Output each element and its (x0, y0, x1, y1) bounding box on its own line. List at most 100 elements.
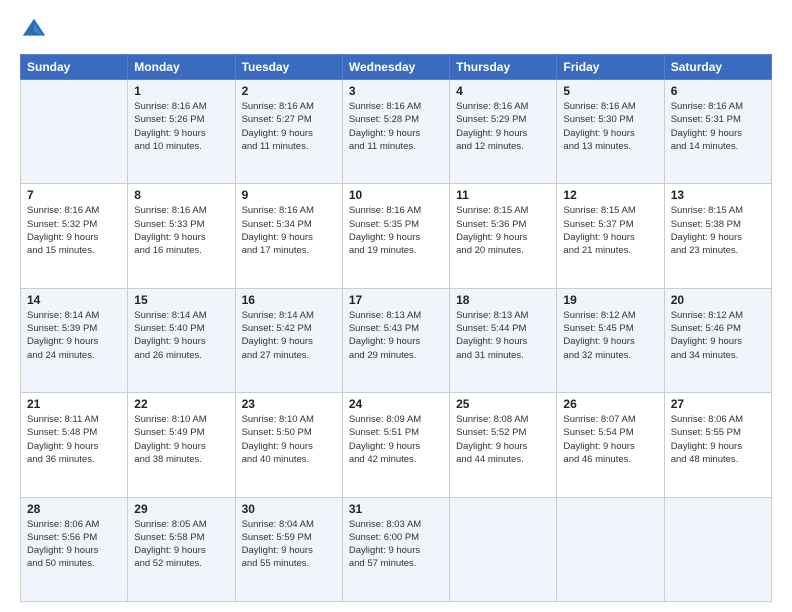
calendar-cell: 13 Sunrise: 8:15 AMSunset: 5:38 PMDayligh… (664, 184, 771, 288)
week-row-4: 28 Sunrise: 8:06 AMSunset: 5:56 PMDayligh… (21, 497, 772, 601)
calendar-cell: 10 Sunrise: 8:16 AMSunset: 5:35 PMDayligh… (342, 184, 449, 288)
day-number: 21 (27, 397, 121, 411)
weekday-header-saturday: Saturday (664, 55, 771, 80)
calendar-cell: 25 Sunrise: 8:08 AMSunset: 5:52 PMDayligh… (450, 393, 557, 497)
cell-info: Sunrise: 8:16 AMSunset: 5:35 PMDaylight:… (349, 204, 443, 257)
cell-info: Sunrise: 8:16 AMSunset: 5:31 PMDaylight:… (671, 100, 765, 153)
day-number: 16 (242, 293, 336, 307)
calendar-cell: 7 Sunrise: 8:16 AMSunset: 5:32 PMDaylight… (21, 184, 128, 288)
cell-info: Sunrise: 8:16 AMSunset: 5:34 PMDaylight:… (242, 204, 336, 257)
day-number: 12 (563, 188, 657, 202)
day-number: 24 (349, 397, 443, 411)
cell-info: Sunrise: 8:04 AMSunset: 5:59 PMDaylight:… (242, 518, 336, 571)
day-number: 22 (134, 397, 228, 411)
calendar-cell (664, 497, 771, 601)
calendar-cell: 12 Sunrise: 8:15 AMSunset: 5:37 PMDayligh… (557, 184, 664, 288)
calendar-cell: 17 Sunrise: 8:13 AMSunset: 5:43 PMDayligh… (342, 288, 449, 392)
week-row-1: 7 Sunrise: 8:16 AMSunset: 5:32 PMDaylight… (21, 184, 772, 288)
cell-info: Sunrise: 8:14 AMSunset: 5:39 PMDaylight:… (27, 309, 121, 362)
calendar-cell: 28 Sunrise: 8:06 AMSunset: 5:56 PMDayligh… (21, 497, 128, 601)
page: SundayMondayTuesdayWednesdayThursdayFrid… (0, 0, 792, 612)
day-number: 2 (242, 84, 336, 98)
weekday-header-monday: Monday (128, 55, 235, 80)
cell-info: Sunrise: 8:15 AMSunset: 5:36 PMDaylight:… (456, 204, 550, 257)
day-number: 11 (456, 188, 550, 202)
cell-info: Sunrise: 8:10 AMSunset: 5:50 PMDaylight:… (242, 413, 336, 466)
calendar-cell: 21Sunrise: 8:11 AMSunset: 5:48 PMDayligh… (21, 393, 128, 497)
cell-info: Sunrise: 8:06 AMSunset: 5:56 PMDaylight:… (27, 518, 121, 571)
day-number: 30 (242, 502, 336, 516)
day-number: 29 (134, 502, 228, 516)
cell-info: Sunrise: 8:16 AMSunset: 5:27 PMDaylight:… (242, 100, 336, 153)
day-number: 10 (349, 188, 443, 202)
weekday-row: SundayMondayTuesdayWednesdayThursdayFrid… (21, 55, 772, 80)
week-row-0: 1 Sunrise: 8:16 AMSunset: 5:26 PMDaylight… (21, 80, 772, 184)
calendar-cell: 11 Sunrise: 8:15 AMSunset: 5:36 PMDayligh… (450, 184, 557, 288)
calendar-cell: 1 Sunrise: 8:16 AMSunset: 5:26 PMDaylight… (128, 80, 235, 184)
cell-info: Sunrise: 8:12 AMSunset: 5:45 PMDaylight:… (563, 309, 657, 362)
weekday-header-tuesday: Tuesday (235, 55, 342, 80)
day-number: 6 (671, 84, 765, 98)
header (20, 16, 772, 44)
calendar-cell: 30 Sunrise: 8:04 AMSunset: 5:59 PMDayligh… (235, 497, 342, 601)
calendar-cell: 22 Sunrise: 8:10 AMSunset: 5:49 PMDayligh… (128, 393, 235, 497)
day-number: 17 (349, 293, 443, 307)
day-number: 4 (456, 84, 550, 98)
cell-info: Sunrise: 8:08 AMSunset: 5:52 PMDaylight:… (456, 413, 550, 466)
calendar-cell: 9 Sunrise: 8:16 AMSunset: 5:34 PMDaylight… (235, 184, 342, 288)
day-number: 26 (563, 397, 657, 411)
day-number: 1 (134, 84, 228, 98)
calendar-cell: 4 Sunrise: 8:16 AMSunset: 5:29 PMDaylight… (450, 80, 557, 184)
calendar-cell (557, 497, 664, 601)
calendar-cell: 6 Sunrise: 8:16 AMSunset: 5:31 PMDaylight… (664, 80, 771, 184)
cell-info: Sunrise: 8:15 AMSunset: 5:38 PMDaylight:… (671, 204, 765, 257)
cell-info: Sunrise: 8:16 AMSunset: 5:30 PMDaylight:… (563, 100, 657, 153)
cell-info: Sunrise: 8:13 AMSunset: 5:43 PMDaylight:… (349, 309, 443, 362)
weekday-header-friday: Friday (557, 55, 664, 80)
cell-info: Sunrise: 8:03 AMSunset: 6:00 PMDaylight:… (349, 518, 443, 571)
day-number: 5 (563, 84, 657, 98)
cell-info: Sunrise: 8:15 AMSunset: 5:37 PMDaylight:… (563, 204, 657, 257)
day-number: 28 (27, 502, 121, 516)
day-number: 20 (671, 293, 765, 307)
calendar-cell: 2 Sunrise: 8:16 AMSunset: 5:27 PMDaylight… (235, 80, 342, 184)
cell-info: Sunrise: 8:16 AMSunset: 5:26 PMDaylight:… (134, 100, 228, 153)
cell-info: Sunrise: 8:10 AMSunset: 5:49 PMDaylight:… (134, 413, 228, 466)
calendar-body: 1 Sunrise: 8:16 AMSunset: 5:26 PMDaylight… (21, 80, 772, 602)
calendar-cell: 31Sunrise: 8:03 AMSunset: 6:00 PMDayligh… (342, 497, 449, 601)
cell-info: Sunrise: 8:06 AMSunset: 5:55 PMDaylight:… (671, 413, 765, 466)
day-number: 27 (671, 397, 765, 411)
day-number: 19 (563, 293, 657, 307)
cell-info: Sunrise: 8:13 AMSunset: 5:44 PMDaylight:… (456, 309, 550, 362)
cell-info: Sunrise: 8:16 AMSunset: 5:33 PMDaylight:… (134, 204, 228, 257)
calendar-cell: 8Sunrise: 8:16 AMSunset: 5:33 PMDaylight… (128, 184, 235, 288)
cell-info: Sunrise: 8:07 AMSunset: 5:54 PMDaylight:… (563, 413, 657, 466)
week-row-2: 14 Sunrise: 8:14 AMSunset: 5:39 PMDayligh… (21, 288, 772, 392)
logo (20, 16, 52, 44)
weekday-header-sunday: Sunday (21, 55, 128, 80)
cell-info: Sunrise: 8:16 AMSunset: 5:29 PMDaylight:… (456, 100, 550, 153)
weekday-header-thursday: Thursday (450, 55, 557, 80)
calendar-cell (450, 497, 557, 601)
day-number: 14 (27, 293, 121, 307)
cell-info: Sunrise: 8:05 AMSunset: 5:58 PMDaylight:… (134, 518, 228, 571)
day-number: 25 (456, 397, 550, 411)
day-number: 7 (27, 188, 121, 202)
cell-info: Sunrise: 8:12 AMSunset: 5:46 PMDaylight:… (671, 309, 765, 362)
week-row-3: 21Sunrise: 8:11 AMSunset: 5:48 PMDayligh… (21, 393, 772, 497)
calendar-cell: 24 Sunrise: 8:09 AMSunset: 5:51 PMDayligh… (342, 393, 449, 497)
cell-info: Sunrise: 8:14 AMSunset: 5:40 PMDaylight:… (134, 309, 228, 362)
cell-info: Sunrise: 8:09 AMSunset: 5:51 PMDaylight:… (349, 413, 443, 466)
day-number: 18 (456, 293, 550, 307)
calendar-cell: 18 Sunrise: 8:13 AMSunset: 5:44 PMDayligh… (450, 288, 557, 392)
day-number: 13 (671, 188, 765, 202)
day-number: 9 (242, 188, 336, 202)
calendar-cell: 26 Sunrise: 8:07 AMSunset: 5:54 PMDayligh… (557, 393, 664, 497)
logo-icon (20, 16, 48, 44)
cell-info: Sunrise: 8:16 AMSunset: 5:28 PMDaylight:… (349, 100, 443, 153)
cell-info: Sunrise: 8:16 AMSunset: 5:32 PMDaylight:… (27, 204, 121, 257)
calendar-cell: 14 Sunrise: 8:14 AMSunset: 5:39 PMDayligh… (21, 288, 128, 392)
calendar-cell (21, 80, 128, 184)
calendar-cell: 20 Sunrise: 8:12 AMSunset: 5:46 PMDayligh… (664, 288, 771, 392)
calendar-cell: 23Sunrise: 8:10 AMSunset: 5:50 PMDayligh… (235, 393, 342, 497)
